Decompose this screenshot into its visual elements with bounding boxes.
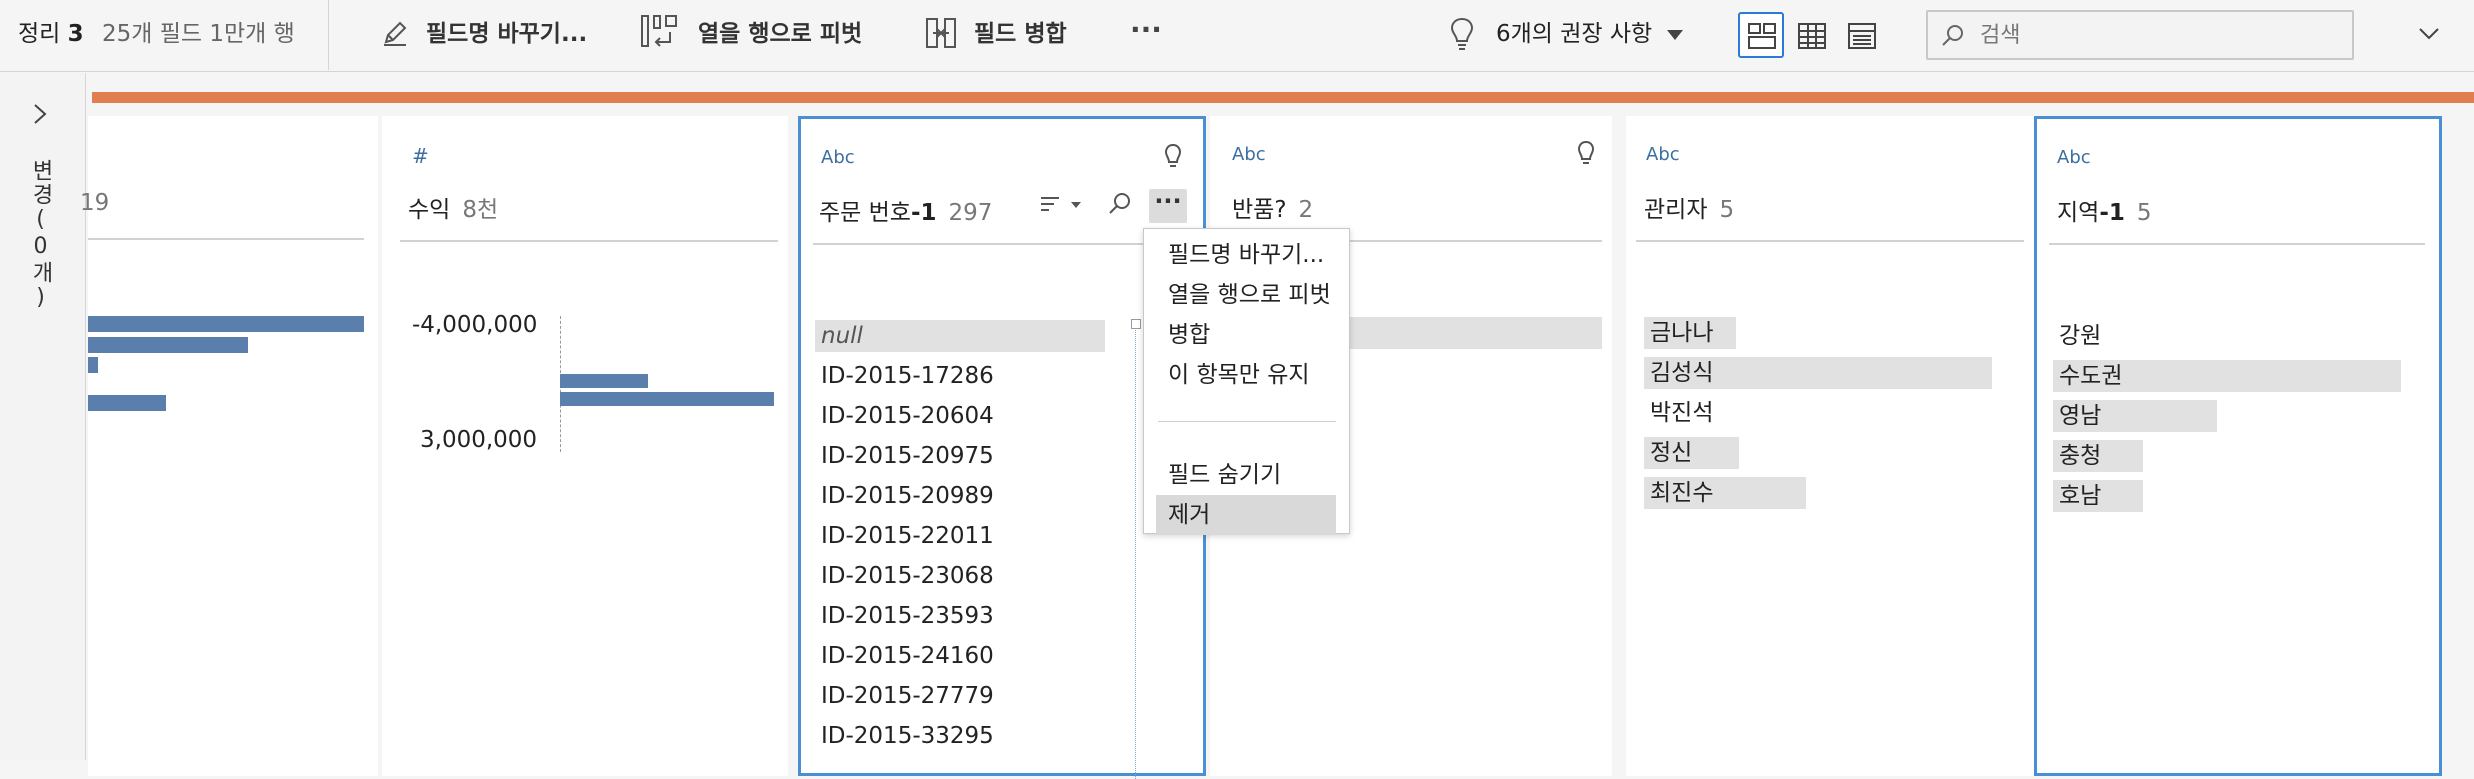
region-values: 강원수도권영남충청호남 (2053, 319, 2425, 519)
field-divider (813, 243, 1189, 245)
null-value[interactable]: null (815, 319, 1115, 353)
field-name: 반품? 2 (1232, 197, 1314, 223)
field-divider (400, 240, 778, 242)
list-item[interactable]: 최진수 (1644, 476, 1996, 510)
field-divider (88, 238, 364, 240)
recommendations-button[interactable]: 6개의 권장 사항 (1448, 0, 1688, 72)
list-view-icon (1848, 23, 1876, 49)
step-title: 정리 3 (18, 21, 84, 47)
merge-icon (926, 18, 956, 48)
histogram-bar (560, 392, 774, 406)
menu-item[interactable]: 제거 (1156, 495, 1336, 535)
step-color-strip (92, 92, 2474, 103)
toolbar: 정리 3 25개 필드 1만개 행 필드명 바꾸기... 열을 행으로 피벗 필… (0, 0, 2474, 72)
list-item[interactable]: ID-2015-17286 (815, 359, 1115, 393)
list-item[interactable]: ID-2015-23593 (815, 599, 1115, 633)
step-meta: 25개 필드 1만개 행 (102, 21, 295, 47)
field-card-region[interactable]: Abc 지역-1 5 강원수도권영남충청호남 (2034, 116, 2442, 776)
string-type-icon: Abc (2057, 147, 2091, 168)
string-type-icon: Abc (1646, 144, 1680, 165)
string-type-icon: Abc (1232, 144, 1266, 165)
caret-down-icon (1667, 30, 1683, 40)
expand-chevron-icon[interactable] (30, 103, 50, 125)
list-item[interactable]: 충청 (2053, 439, 2401, 473)
list-item[interactable]: ID-2015-23068 (815, 559, 1115, 593)
search-box[interactable] (1926, 10, 2354, 60)
data-grid-view-button[interactable] (1788, 12, 1834, 58)
list-item[interactable]: 수도권 (2053, 359, 2401, 393)
field-name: 수익 8천 (408, 197, 499, 223)
scroll-track[interactable] (1135, 319, 1136, 779)
data-grid-icon (1798, 23, 1826, 49)
toolbar-divider (328, 0, 329, 70)
profile-view-button[interactable] (1738, 12, 1784, 58)
field-card-revenue[interactable]: # 수익 8천 -4,000,000 3,000,000 (382, 116, 788, 776)
list-item[interactable]: ID-2015-22011 (815, 519, 1115, 553)
histogram-bar (88, 337, 248, 353)
rename-field-button[interactable]: 필드명 바꾸기... (378, 0, 587, 72)
menu-item[interactable]: 필드명 바꾸기... (1156, 235, 1336, 275)
menu-divider (1158, 421, 1336, 422)
field-divider (2049, 243, 2425, 245)
list-item[interactable]: 영남 (2053, 399, 2401, 433)
histogram-bar (88, 395, 166, 411)
list-item[interactable]: 김성식 (1644, 356, 1996, 390)
collapse-chevron-icon[interactable] (2418, 27, 2440, 41)
field-more-options-button[interactable]: ··· (1149, 189, 1187, 223)
scroll-handle[interactable] (1131, 319, 1141, 329)
string-type-icon: Abc (821, 147, 855, 168)
search-icon (1942, 25, 1963, 46)
field-name: 관리자 5 (1644, 197, 1735, 223)
rename-icon (384, 21, 407, 46)
list-item[interactable]: ID-2015-20975 (815, 439, 1115, 473)
menu-item[interactable]: 병합 (1156, 315, 1336, 355)
search-icon[interactable] (1107, 191, 1133, 217)
search-input[interactable] (1980, 19, 2340, 51)
more-options-button[interactable]: ··· (1130, 0, 1162, 72)
profile-view-icon (1748, 23, 1776, 49)
field-name: 주문 번호-1 297 (819, 200, 993, 226)
changes-label: 변경(0개) (28, 159, 53, 312)
pivot-columns-to-rows-button[interactable]: 열을 행으로 피벗 (640, 0, 862, 72)
number-type-icon: # (412, 144, 429, 168)
list-item[interactable]: ID-2015-20604 (815, 399, 1115, 433)
menu-item[interactable]: 열을 행으로 피벗 (1156, 275, 1336, 315)
list-item[interactable]: ID-2015-20989 (815, 479, 1115, 513)
lightbulb-icon[interactable] (1163, 143, 1183, 171)
merge-fields-button[interactable]: 필드 병합 (924, 0, 1074, 72)
axis-label-min: -4,000,000 (412, 312, 538, 338)
field-context-menu: 필드명 바꾸기... 열을 행으로 피벗 병합 이 항목만 유지필드 숨기기 제거 (1143, 228, 1350, 535)
lightbulb-icon (1450, 17, 1474, 50)
list-item[interactable]: 박진석 (1644, 396, 1996, 430)
changes-panel[interactable]: 변경(0개) (0, 73, 86, 760)
pivot-icon (641, 15, 677, 47)
menu-item[interactable]: 이 항목만 유지 (1156, 355, 1336, 395)
field-name: 지역-1 5 (2057, 200, 2152, 226)
list-item[interactable]: ID-2015-24160 (815, 639, 1115, 673)
field-count: 19 (80, 190, 110, 216)
list-item[interactable]: ID-2015-33295 (815, 719, 1115, 753)
list-item[interactable]: 호남 (2053, 479, 2401, 513)
manager-values: 금나나김성식박진석정신최진수 (1644, 316, 2024, 516)
list-item[interactable]: ID-2015-27779 (815, 679, 1115, 713)
axis-label-max: 3,000,000 (420, 427, 538, 453)
field-divider (1636, 240, 2024, 242)
histogram-bar (560, 374, 648, 388)
list-item[interactable]: 정신 (1644, 436, 1996, 470)
list-item[interactable]: 강원 (2053, 319, 2401, 353)
field-card-manager[interactable]: Abc 관리자 5 금나나김성식박진석정신최진수 (1626, 116, 2034, 776)
field-card-partial[interactable]: 19 (80, 116, 378, 776)
order-id-values: null ID-2015-17286 ID-2015-20604 ID-2015-20… (815, 319, 1115, 779)
lightbulb-icon[interactable] (1576, 140, 1596, 168)
value-bar[interactable] (1330, 316, 1602, 350)
histogram-bar (88, 357, 98, 373)
menu-item[interactable]: 필드 숨기기 (1156, 455, 1336, 495)
sort-icon[interactable] (1039, 193, 1085, 217)
list-view-button[interactable] (1838, 12, 1884, 58)
histogram-bar (88, 316, 364, 332)
list-item[interactable]: 금나나 (1644, 316, 1996, 350)
